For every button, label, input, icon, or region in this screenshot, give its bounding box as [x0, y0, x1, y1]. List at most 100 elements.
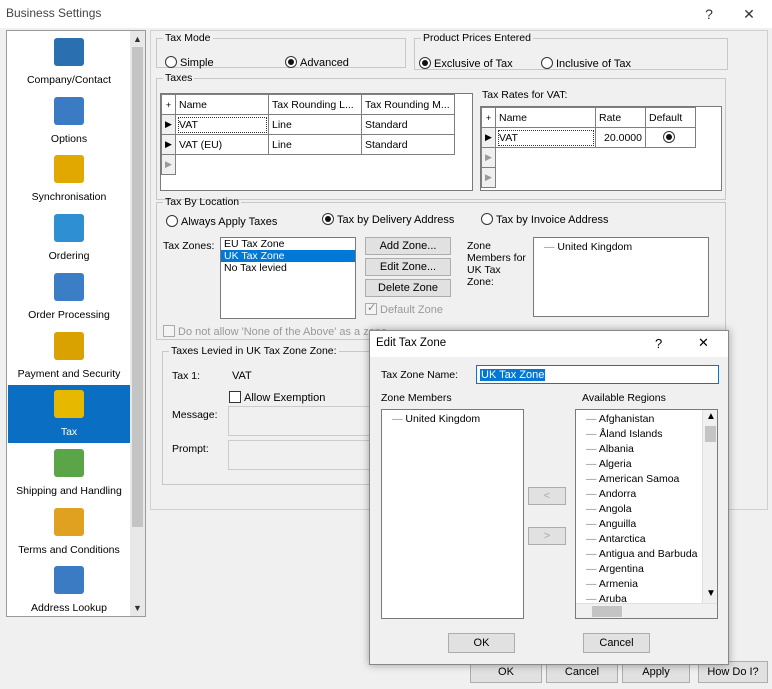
sidebar-item[interactable]: Address Lookup	[8, 561, 130, 616]
scroll-down-arrow[interactable]: ▼	[130, 601, 145, 615]
sidebar-item[interactable]: Shipping and Handling	[8, 444, 130, 502]
default-radio[interactable]	[663, 131, 675, 143]
none-of-above-checkbox[interactable]: Do not allow 'None of the Above' as a zo…	[163, 325, 387, 338]
col-rounding-method[interactable]: Tax Rounding M...	[361, 94, 455, 115]
col-rounding-level[interactable]: Tax Rounding L...	[268, 94, 362, 115]
sidebar-item[interactable]: Tax	[8, 385, 130, 444]
tree-item[interactable]: — Andorra	[576, 487, 717, 502]
tree-item[interactable]: — American Samoa	[576, 472, 717, 487]
default-zone-check[interactable]	[365, 301, 377, 315]
available-regions-tree[interactable]: — Afghanistan — Åland Islands — Albania — A…	[575, 409, 718, 619]
regions-vscroll[interactable]: ▲ ▼	[702, 410, 717, 603]
none-of-above-check[interactable]	[163, 325, 175, 337]
zone-members-tree[interactable]: — United Kingdom	[533, 237, 709, 317]
dialog-close-button[interactable]: ✕	[698, 335, 709, 351]
cell-rate-name[interactable]: VAT	[495, 127, 596, 148]
radio-inclusive[interactable]	[541, 57, 553, 69]
col-rate[interactable]: Rate	[595, 107, 646, 128]
default-zone-checkbox[interactable]: Default Zone	[365, 301, 443, 316]
allow-exemption-check[interactable]	[229, 391, 241, 403]
tree-item[interactable]: — Algeria	[576, 457, 717, 472]
col-rate-name[interactable]: Name	[495, 107, 596, 128]
delivery-address-option[interactable]: Tax by Delivery Address	[322, 213, 454, 226]
table-row[interactable]: ▶ VAT 20.0000	[481, 127, 696, 148]
table-row[interactable]: ▶ VAT (EU) Line Standard	[161, 134, 455, 155]
tree-item[interactable]: — Antigua and Barbuda	[576, 547, 717, 562]
table-row[interactable]: ▶ VAT Line Standard	[161, 114, 455, 135]
add-zone-button[interactable]: Add Zone...	[365, 237, 451, 255]
radio-invoice[interactable]	[481, 213, 493, 225]
nav-scrollbar[interactable]: ▲ ▼	[130, 31, 145, 616]
tree-item[interactable]: — Anguilla	[576, 517, 717, 532]
edit-zone-button[interactable]: Edit Zone...	[365, 258, 451, 276]
list-item[interactable]: UK Tax Zone	[221, 250, 355, 262]
close-button[interactable]: ✕	[734, 4, 764, 24]
radio-always[interactable]	[166, 215, 178, 227]
dialog-help-button[interactable]: ?	[655, 336, 662, 351]
cell-level[interactable]: Line	[268, 114, 362, 135]
tree-item[interactable]: — Argentina	[576, 562, 717, 577]
always-apply-option[interactable]: Always Apply Taxes	[166, 215, 277, 228]
tree-item[interactable]: — Armenia	[576, 577, 717, 592]
cell-name[interactable]: VAT (EU)	[175, 134, 269, 155]
tree-item[interactable]: — Albania	[576, 442, 717, 457]
tax-mode-advanced[interactable]: Advanced	[285, 56, 349, 69]
sidebar-item[interactable]: Ordering	[8, 209, 130, 267]
message-input[interactable]	[228, 406, 370, 436]
tree-item[interactable]: — Åland Islands	[576, 427, 717, 442]
list-item[interactable]: No Tax levied	[221, 262, 355, 274]
prices-exclusive[interactable]: Exclusive of Tax	[419, 57, 513, 70]
cell-name[interactable]: VAT	[175, 114, 269, 135]
tax1-value[interactable]: VAT	[228, 366, 370, 386]
window-title: Business Settings	[6, 6, 102, 20]
radio-delivery[interactable]	[322, 213, 334, 225]
move-right-button[interactable]: >	[528, 527, 566, 545]
delete-zone-button[interactable]: Delete Zone	[365, 279, 451, 297]
sidebar-item-label: Company/Contact	[26, 74, 112, 86]
radio-simple[interactable]	[165, 56, 177, 68]
tree-item[interactable]: — United Kingdom	[534, 238, 708, 253]
scroll-thumb[interactable]	[132, 47, 143, 527]
zone-name-input[interactable]: UK Tax Zone	[476, 365, 719, 384]
list-item[interactable]: EU Tax Zone	[221, 238, 355, 250]
cell-method[interactable]: Standard	[361, 114, 455, 135]
scroll-up-arrow[interactable]: ▲	[130, 32, 145, 46]
tax-zones-list[interactable]: EU Tax Zone UK Tax Zone No Tax levied	[220, 237, 356, 319]
tree-item[interactable]: — Antarctica	[576, 532, 717, 547]
dialog-zone-members-tree[interactable]: — United Kingdom	[381, 409, 524, 619]
prompt-input[interactable]	[228, 440, 370, 470]
help-button[interactable]: ?	[694, 4, 724, 24]
scroll-thumb[interactable]	[705, 426, 716, 442]
col-name[interactable]: Name	[175, 94, 269, 115]
sidebar-item[interactable]: Company/Contact	[8, 33, 130, 91]
hscroll-thumb[interactable]	[592, 606, 622, 617]
cell-rate[interactable]: 20.0000	[595, 127, 646, 148]
prices-inclusive[interactable]: Inclusive of Tax	[541, 57, 631, 70]
add-row-icon[interactable]: +	[161, 94, 176, 115]
regions-hscroll[interactable]	[576, 603, 717, 618]
tree-item[interactable]: — Afghanistan	[576, 412, 717, 427]
col-default[interactable]: Default	[645, 107, 696, 128]
sidebar-item[interactable]: Order Processing	[8, 268, 130, 326]
add-rate-icon[interactable]: +	[481, 107, 496, 128]
allow-exemption-checkbox[interactable]: Allow Exemption	[229, 391, 325, 404]
dialog-ok-button[interactable]: OK	[448, 633, 515, 653]
cell-level[interactable]: Line	[268, 134, 362, 155]
tree-item[interactable]: — United Kingdom	[382, 410, 523, 425]
radio-exclusive[interactable]	[419, 57, 431, 69]
scroll-down-arrow[interactable]: ▼	[706, 588, 716, 599]
cell-method[interactable]: Standard	[361, 134, 455, 155]
sidebar-item[interactable]: Synchronisation	[8, 150, 130, 208]
message-label: Message:	[172, 409, 218, 421]
scroll-up-arrow[interactable]: ▲	[706, 411, 716, 422]
cell-default[interactable]	[645, 127, 696, 148]
tree-item[interactable]: — Angola	[576, 502, 717, 517]
sidebar-item[interactable]: Payment and Security	[8, 327, 130, 385]
invoice-address-option[interactable]: Tax by Invoice Address	[481, 213, 609, 226]
sidebar-item[interactable]: Options	[8, 92, 130, 150]
tax-mode-simple[interactable]: Simple	[165, 56, 214, 69]
dialog-cancel-button[interactable]: Cancel	[583, 633, 650, 653]
sidebar-item[interactable]: Terms and Conditions	[8, 503, 130, 561]
move-left-button[interactable]: <	[528, 487, 566, 505]
radio-advanced[interactable]	[285, 56, 297, 68]
